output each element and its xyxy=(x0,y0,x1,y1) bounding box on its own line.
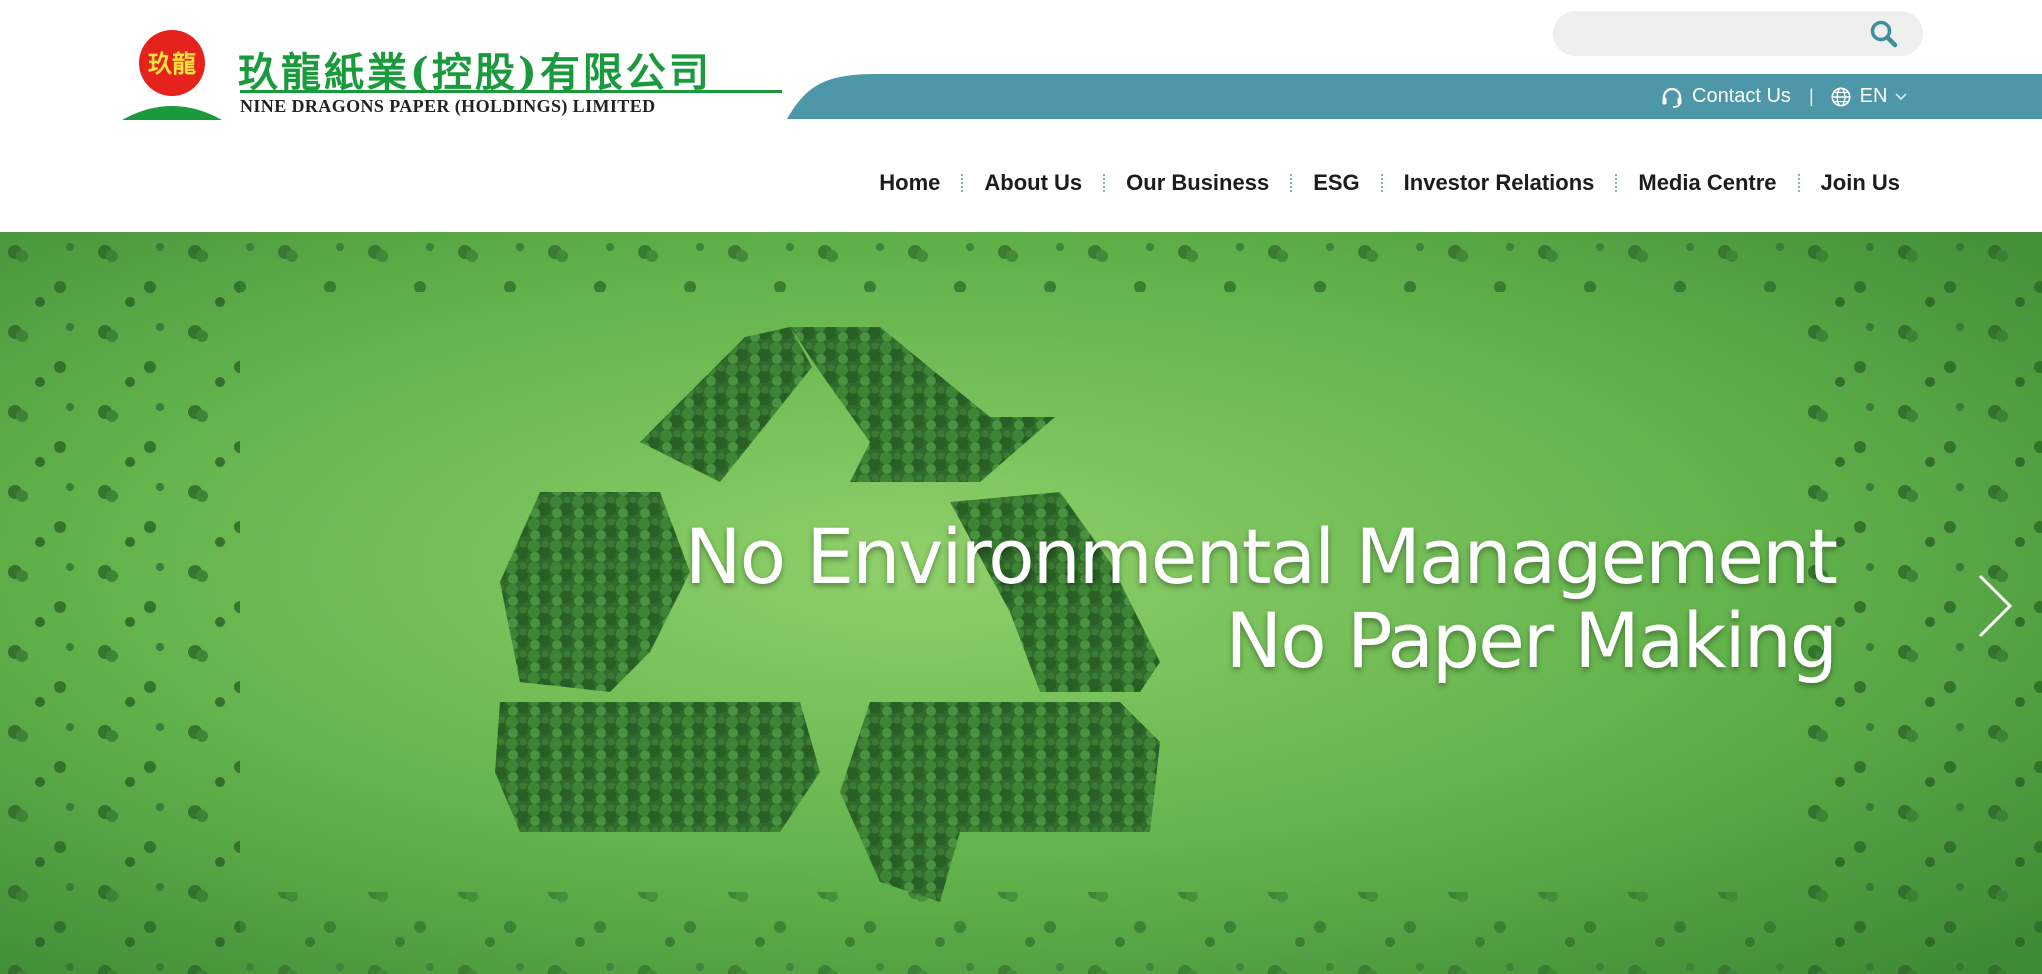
search-box xyxy=(1553,11,1923,58)
hero-slogan-line-2: No Paper Making xyxy=(1225,596,1838,685)
globe-icon xyxy=(1831,86,1851,107)
dragon-emblem-icon: 玖龍 xyxy=(122,30,222,120)
search-icon[interactable] xyxy=(1868,18,1900,50)
nav-item-media-centre[interactable]: Media Centre xyxy=(1638,170,1776,196)
nav-divider xyxy=(1615,174,1618,192)
nav-divider xyxy=(1797,174,1800,192)
nav-item-our-business[interactable]: Our Business xyxy=(1126,170,1269,196)
language-selector[interactable]: EN xyxy=(1830,85,1916,108)
company-logo[interactable]: 玖龍 玖龍紙業(控股)有限公司 NINE DRAGONS PAPER (HOLD… xyxy=(120,26,782,122)
nav-divider xyxy=(1103,174,1106,192)
utility-separator: | xyxy=(1808,86,1814,106)
contact-us-link[interactable]: Contact Us xyxy=(1660,85,1791,109)
language-label: EN xyxy=(1859,85,1888,107)
chevron-right-icon[interactable] xyxy=(1976,572,2016,640)
nav-item-about-us[interactable]: About Us xyxy=(984,170,1082,196)
contact-us-label: Contact Us xyxy=(1692,85,1791,107)
search-input[interactable] xyxy=(1575,11,1869,58)
nav-item-join-us[interactable]: Join Us xyxy=(1821,170,1900,196)
nav-item-home[interactable]: Home xyxy=(879,170,940,196)
utility-links: Contact Us | EN xyxy=(1660,74,1915,119)
hero-banner: No Environmental Management No Paper Mak… xyxy=(0,232,2042,974)
hero-slogan: No Environmental Management No Paper Mak… xyxy=(684,512,1838,685)
nav-divider xyxy=(961,174,964,192)
site-header: 玖龍 玖龍紙業(控股)有限公司 NINE DRAGONS PAPER (HOLD… xyxy=(0,0,2042,232)
main-navigation: Home About Us Our Business ESG Investor … xyxy=(879,168,1900,198)
nav-item-investor-relations[interactable]: Investor Relations xyxy=(1404,170,1595,196)
logo-english-name: NINE DRAGONS PAPER (HOLDINGS) LIMITED xyxy=(240,96,656,116)
headset-icon xyxy=(1662,87,1682,108)
nav-item-esg[interactable]: ESG xyxy=(1313,170,1359,196)
emblem-text: 玖龍 xyxy=(148,49,196,78)
logo-divider xyxy=(240,90,782,93)
chevron-down-icon xyxy=(1895,92,1907,100)
nav-divider xyxy=(1380,174,1383,192)
nav-divider xyxy=(1290,174,1293,192)
hero-slogan-line-1: No Environmental Management xyxy=(684,512,1838,601)
